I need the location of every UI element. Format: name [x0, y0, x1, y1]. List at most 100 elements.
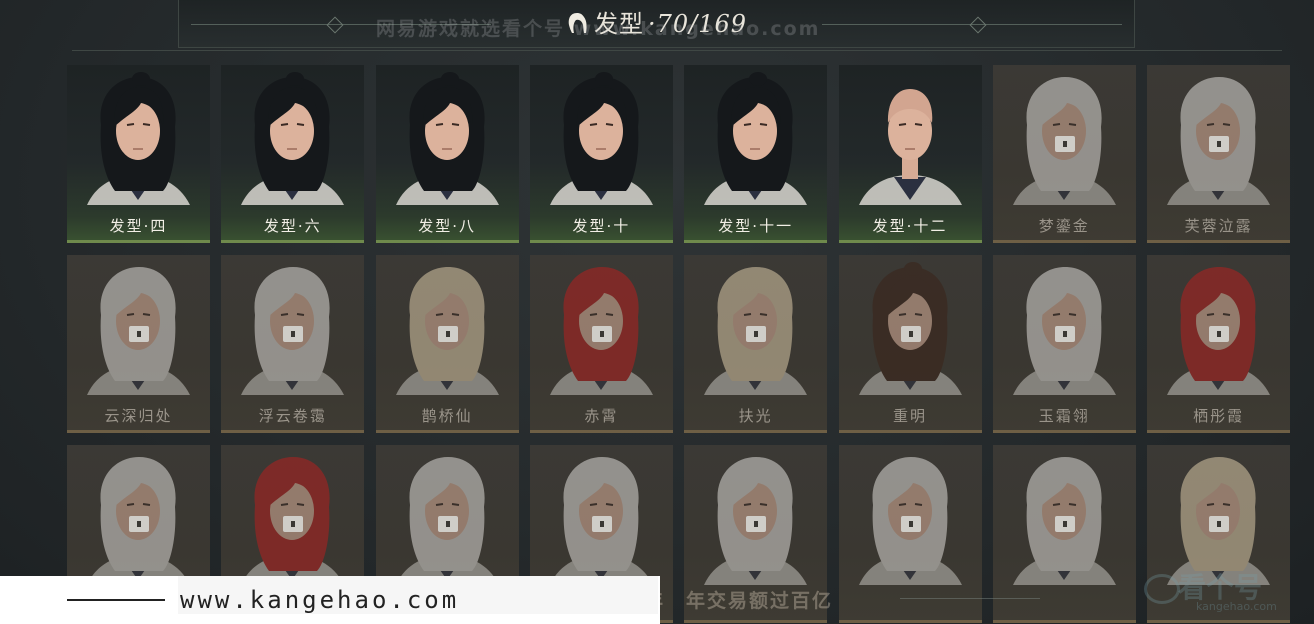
watermark-bar: www.kangehao.com	[0, 576, 660, 624]
status-bar	[838, 430, 982, 433]
hairstyle-name: 鹊桥仙	[421, 407, 473, 425]
hairstyle-card[interactable]	[838, 445, 982, 623]
status-bar	[838, 240, 982, 243]
decorative-line	[900, 598, 1040, 599]
hairstyle-card[interactable]: 梦鎏金	[992, 65, 1136, 243]
hairstyle-card[interactable]: 发型·十一	[684, 65, 828, 243]
character-portrait	[704, 267, 808, 395]
character-portrait	[395, 267, 499, 395]
character-portrait	[1167, 267, 1271, 395]
lock-icon	[591, 326, 612, 342]
status-bar	[992, 240, 1136, 243]
character-portrait	[395, 457, 499, 585]
lock-icon	[283, 326, 304, 342]
lock-icon	[900, 326, 921, 342]
hairstyle-card[interactable]: 扶光	[684, 255, 828, 433]
hairstyle-name: 芙蓉泣露	[1184, 217, 1253, 235]
header-divider	[72, 50, 1282, 51]
lock-icon	[900, 516, 921, 532]
hairstyle-card[interactable]: 鹊桥仙	[375, 255, 519, 433]
lock-icon	[746, 516, 767, 532]
lock-icon	[283, 516, 304, 532]
hairstyle-name: 云深归处	[104, 407, 173, 425]
logo-eye-icon	[1144, 574, 1180, 604]
character-portrait	[87, 267, 190, 395]
character-portrait	[704, 72, 808, 205]
character-portrait	[1012, 457, 1116, 585]
status-bar	[1147, 430, 1291, 433]
hairstyle-card[interactable]: 重明	[838, 255, 982, 433]
hairstyle-card[interactable]: 赤霄	[529, 255, 673, 433]
lock-icon	[1054, 516, 1075, 532]
hairstyle-name: 发型·十	[572, 217, 631, 235]
status-bar	[684, 240, 828, 243]
status-bar	[992, 430, 1136, 433]
lock-icon	[129, 516, 149, 532]
character-portrait	[858, 457, 962, 585]
character-portrait	[1012, 77, 1116, 205]
hairstyle-name: 发型·六	[263, 217, 322, 235]
hairstyle-card[interactable]	[992, 445, 1136, 623]
hairstyle-card[interactable]: 云深归处	[67, 255, 210, 433]
status-bar	[1147, 240, 1291, 243]
hairstyle-name: 发型·八	[418, 217, 476, 235]
hairstyle-card[interactable]: 发型·八	[375, 65, 519, 243]
hairstyle-name: 赤霄	[584, 407, 619, 425]
watermark-site: www.kangehao.com	[178, 576, 658, 614]
lock-icon	[1054, 326, 1075, 342]
lock-icon	[437, 326, 458, 342]
character-portrait	[704, 457, 808, 585]
lock-icon	[437, 516, 458, 532]
status-bar	[838, 620, 982, 623]
lock-icon	[746, 326, 767, 342]
character-portrait	[549, 457, 653, 585]
character-portrait	[241, 72, 345, 205]
character-portrait	[549, 72, 653, 205]
character-portrait	[549, 267, 653, 395]
hairstyle-name: 栖彤霞	[1193, 407, 1245, 425]
character-portrait	[858, 262, 962, 395]
status-bar	[375, 430, 519, 433]
hairstyle-card[interactable]: 发型·十	[529, 65, 673, 243]
status-bar	[684, 430, 828, 433]
hairstyle-card[interactable]: 发型·六	[221, 65, 365, 243]
hairstyle-card[interactable]: 芙蓉泣露	[1147, 65, 1291, 243]
status-bar	[992, 620, 1136, 623]
hairstyle-name: 玉霜翎	[1038, 407, 1090, 425]
status-bar	[67, 240, 210, 243]
lock-icon	[1209, 516, 1230, 532]
lock-icon	[1054, 136, 1075, 152]
hairstyle-name: 重明	[892, 407, 927, 425]
status-bar	[221, 240, 365, 243]
watermark-text: 网易游戏就选看个号 www.kangehao.com	[376, 18, 821, 40]
watermark-rule	[67, 599, 165, 601]
lock-icon	[1209, 136, 1230, 152]
character-portrait	[87, 72, 190, 205]
watermark-logo: 看个号 kangehao.com	[1138, 560, 1308, 624]
status-bar	[684, 620, 828, 623]
hairstyle-card[interactable]: 发型·十二	[838, 65, 982, 243]
hairstyle-name: 浮云卷霭	[258, 407, 327, 425]
character-portrait	[1167, 77, 1271, 205]
character-portrait	[858, 89, 962, 205]
hairstyle-card[interactable]: 浮云卷霭	[221, 255, 365, 433]
character-portrait	[241, 267, 345, 395]
logo-subtext: kangehao.com	[1196, 600, 1277, 613]
status-bar	[529, 240, 673, 243]
status-bar	[529, 430, 673, 433]
hairstyle-card[interactable]: 发型·四	[67, 65, 210, 243]
status-bar	[67, 430, 210, 433]
hairstyle-name: 梦鎏金	[1038, 217, 1090, 235]
status-bar	[375, 240, 519, 243]
lock-icon	[1209, 326, 1230, 342]
character-portrait	[87, 457, 190, 585]
hairstyle-name: 发型·四	[109, 217, 168, 235]
hairstyle-card[interactable]: 栖彤霞	[1147, 255, 1291, 433]
status-bar	[221, 430, 365, 433]
character-portrait	[1012, 267, 1116, 395]
lock-icon	[129, 326, 149, 342]
hairstyle-name: 扶光	[738, 407, 773, 425]
hairstyle-name: 发型·十二	[872, 217, 948, 235]
hairstyle-card[interactable]: 玉霜翎	[992, 255, 1136, 433]
lock-icon	[591, 516, 612, 532]
